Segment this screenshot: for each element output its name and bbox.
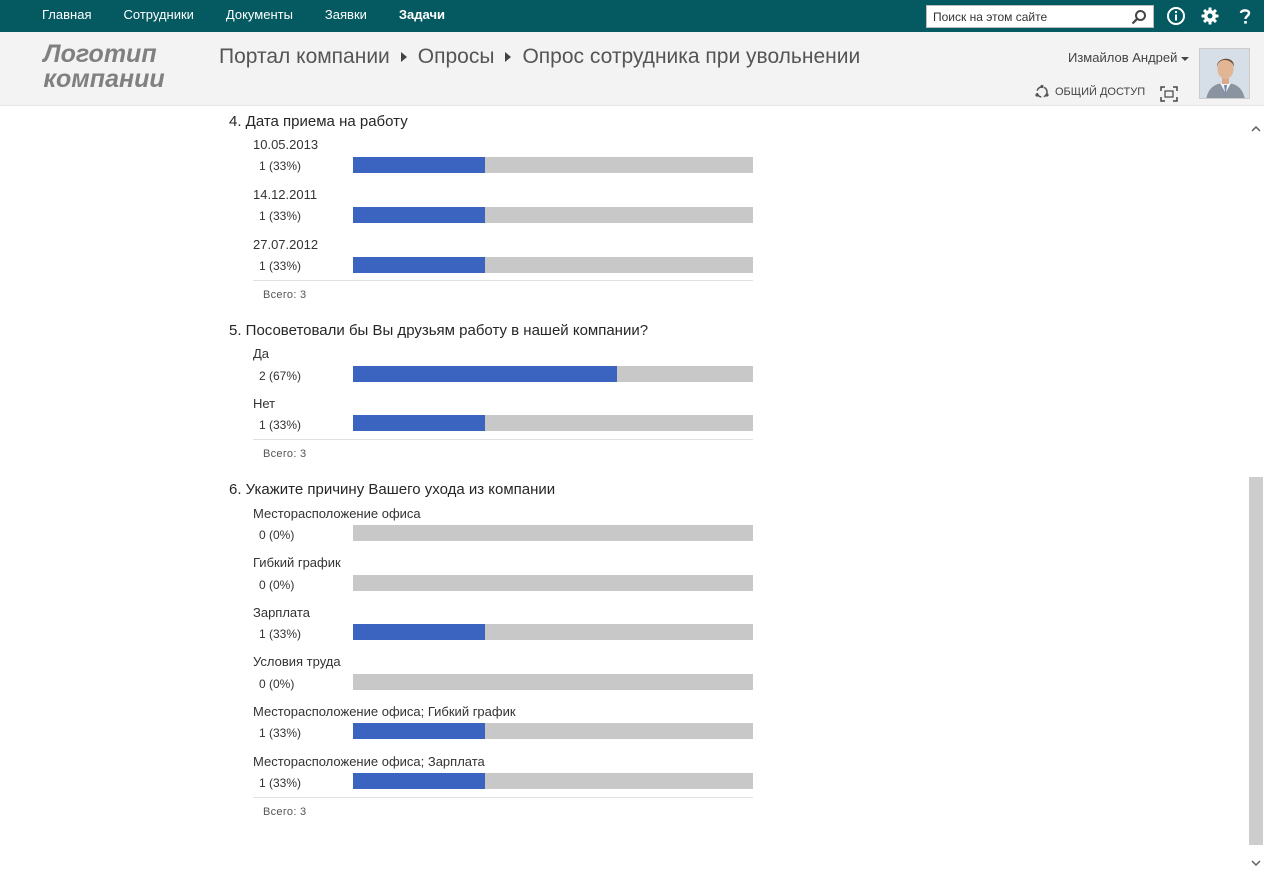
answer-count: 0 (0%): [259, 677, 295, 691]
answer-count: 1 (33%): [259, 627, 302, 641]
answer-bar-fill: [353, 624, 485, 640]
search-icon[interactable]: [1131, 9, 1147, 25]
question-title: 6. Укажите причину Вашего ухода из компа…: [229, 481, 556, 498]
answer-label: 14.12.2011: [253, 187, 318, 202]
share-button[interactable]: ОБЩИЙ ДОСТУП: [1034, 84, 1145, 100]
breadcrumb: Портал компании Опросы Опрос сотрудника …: [219, 45, 860, 69]
total-count: Всего: 3: [263, 289, 307, 301]
answer-label: 27.07.2012: [253, 237, 319, 252]
answer-bar-fill: [353, 366, 617, 382]
search-input[interactable]: [927, 6, 1127, 27]
share-label: ОБЩИЙ ДОСТУП: [1055, 86, 1146, 98]
answer-count: 1 (33%): [259, 209, 302, 223]
answer-count: 1 (33%): [259, 159, 302, 173]
page-title[interactable]: Опрос сотрудника при увольнении: [522, 45, 860, 69]
company-logo[interactable]: Логотип компании: [34, 42, 174, 92]
answer-bar: [353, 773, 753, 789]
breadcrumb-portal[interactable]: Портал компании: [219, 45, 390, 69]
answer-label: Нет: [253, 396, 276, 411]
answer-bar-fill: [353, 207, 485, 223]
answer-label: Да: [253, 346, 270, 361]
answer-count: 1 (33%): [259, 726, 302, 740]
answer-bar: [353, 366, 753, 382]
answer-label: Гибкий график: [253, 555, 341, 570]
logo-line-1: Логотип: [43, 40, 157, 68]
survey-results: 4. Дата приема на работу 10.05.2013 1 (3…: [0, 107, 1248, 885]
avatar[interactable]: [1199, 48, 1250, 99]
nav-home[interactable]: Главная: [26, 0, 107, 32]
answer-label: Месторасположение офиса; Зарплата: [253, 754, 485, 769]
answer-bar: [353, 575, 753, 591]
total-count: Всего: 3: [263, 806, 307, 818]
answer-bar: [353, 415, 753, 431]
answer-count: 0 (0%): [259, 528, 295, 542]
share-icon: [1035, 84, 1049, 98]
breadcrumb-separator-icon: [400, 52, 407, 62]
help-icon[interactable]: [1235, 6, 1255, 26]
total-count: Всего: 3: [263, 448, 307, 460]
user-name: Измайлов Андрей: [1068, 50, 1178, 65]
chevron-down-icon: [1181, 56, 1190, 61]
scroll-up-icon[interactable]: [1250, 123, 1262, 135]
answer-label: Условия труда: [253, 654, 341, 669]
answer-bar-fill: [353, 257, 485, 273]
answer-label: Месторасположение офиса: [253, 506, 421, 521]
divider: [253, 439, 753, 440]
answer-label: Месторасположение офиса; Гибкий график: [253, 704, 516, 719]
info-icon[interactable]: [1166, 6, 1186, 26]
answer-label: 10.05.2013: [253, 137, 319, 152]
breadcrumb-separator-icon: [505, 52, 512, 62]
focus-content-icon[interactable]: [1160, 86, 1178, 102]
answer-bar: [353, 674, 753, 690]
divider: [253, 280, 753, 281]
avatar-photo: [1200, 49, 1249, 98]
top-nav: Главная Сотрудники Документы Заявки Зада…: [26, 0, 461, 32]
answer-label: Зарплата: [253, 605, 310, 620]
scrollbar-thumb[interactable]: [1249, 477, 1263, 845]
breadcrumb-surveys[interactable]: Опросы: [418, 45, 495, 69]
suite-bar: Главная Сотрудники Документы Заявки Зада…: [0, 0, 1264, 32]
answer-bar: [353, 207, 753, 223]
answer-bar-fill: [353, 415, 485, 431]
user-menu[interactable]: Измайлов Андрей: [1068, 50, 1190, 65]
answer-bar: [353, 723, 753, 739]
answer-count: 0 (0%): [259, 578, 295, 592]
answer-bar-fill: [353, 157, 485, 173]
question-title: 4. Дата приема на работу: [229, 113, 408, 130]
answer-count: 2 (67%): [259, 369, 302, 383]
answer-count: 1 (33%): [259, 418, 302, 432]
nav-tasks[interactable]: Задачи: [383, 0, 461, 32]
answer-bar: [353, 257, 753, 273]
divider: [253, 797, 753, 798]
nav-requests[interactable]: Заявки: [309, 0, 383, 32]
answer-bar-fill: [353, 723, 485, 739]
logo-line-2: компании: [43, 65, 165, 93]
answer-count: 1 (33%): [259, 776, 302, 790]
question-title: 5. Посоветовали бы Вы друзьям работу в н…: [229, 322, 649, 339]
nav-employees[interactable]: Сотрудники: [107, 0, 209, 32]
scroll-down-icon[interactable]: [1250, 857, 1262, 869]
site-header: Логотип компании Портал компании Опросы …: [0, 32, 1264, 106]
answer-bar: [353, 525, 753, 541]
vertical-scrollbar[interactable]: [1248, 107, 1264, 885]
nav-documents[interactable]: Документы: [210, 0, 309, 32]
gear-icon[interactable]: [1200, 6, 1220, 26]
answer-bar: [353, 624, 753, 640]
search-box: [926, 5, 1154, 28]
answer-bar-fill: [353, 773, 485, 789]
answer-count: 1 (33%): [259, 259, 302, 273]
answer-bar: [353, 157, 753, 173]
